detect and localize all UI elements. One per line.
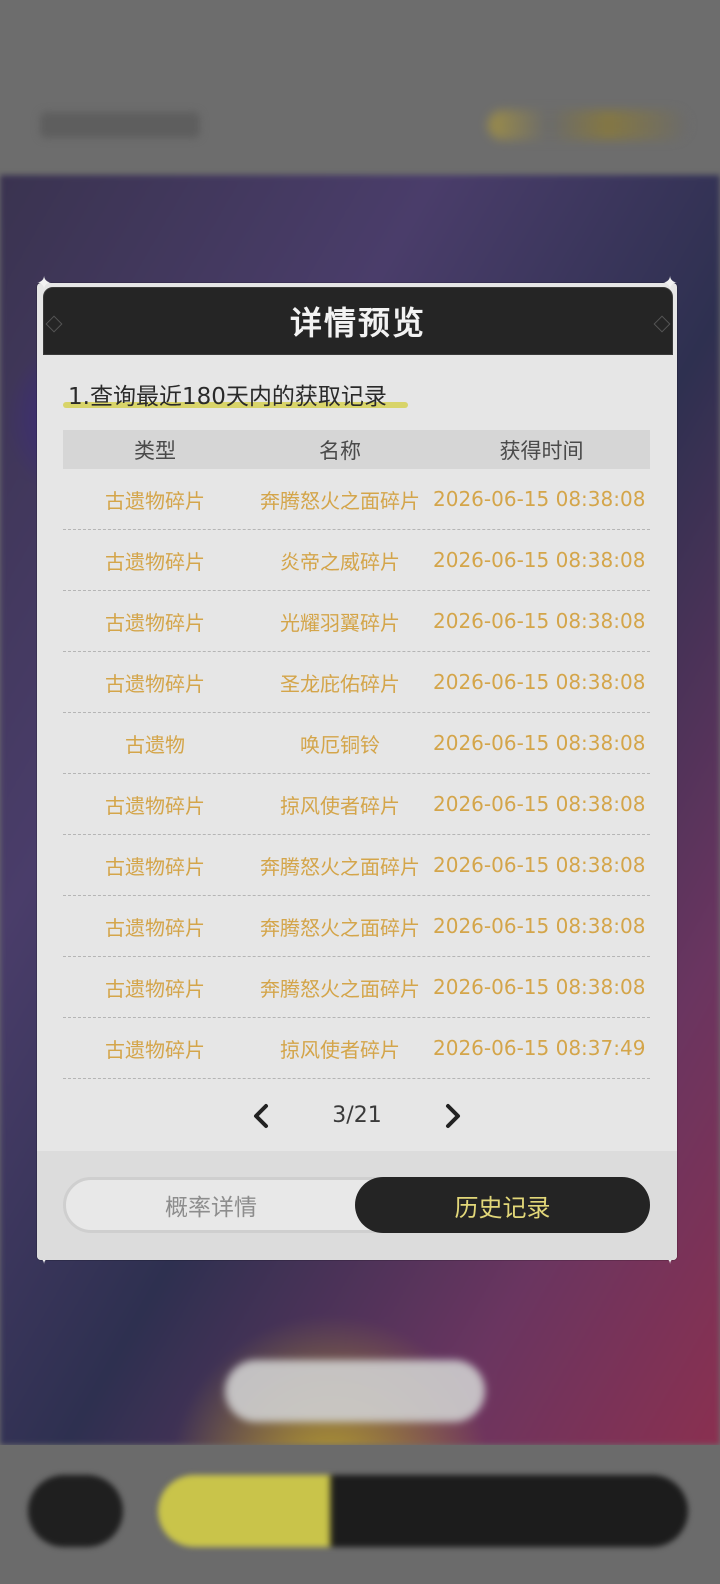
cell-name: 奔腾怒火之面碎片 (260, 854, 420, 879)
table-row: 古遗物碎片 掠风使者碎片 2026-06-15 08:37:49 (63, 1018, 650, 1079)
cell-time: 2026-06-15 08:38:08 (433, 670, 646, 694)
cell-time: 2026-06-15 08:38:08 (433, 731, 646, 755)
cell-name: 圣龙庇佑碎片 (280, 671, 400, 696)
cell-type: 古遗物碎片 (105, 671, 205, 696)
page-indicator: 3/21 (332, 1103, 382, 1128)
background-blurred-title (40, 112, 200, 138)
table-body: 古遗物碎片 奔腾怒火之面碎片 2026-06-15 08:38:08 古遗物碎片 炎帝之… (63, 469, 650, 1079)
background-bottom-bar (0, 1445, 720, 1584)
cell-name: 掠风使者碎片 (280, 1037, 400, 1062)
cell-type: 古遗物碎片 (105, 549, 205, 574)
column-header-type: 类型 (134, 438, 176, 463)
cell-name: 炎帝之威碎片 (280, 549, 400, 574)
modal-header: 详情预览 (43, 287, 673, 355)
table-row: 古遗物碎片 炎帝之威碎片 2026-06-15 08:38:08 (63, 530, 650, 591)
cell-time: 2026-06-15 08:38:08 (433, 975, 646, 999)
table-row: 古遗物碎片 奔腾怒火之面碎片 2026-06-15 08:38:08 (63, 835, 650, 896)
cell-type: 古遗物碎片 (105, 854, 205, 879)
tab-probability-details[interactable]: 概率详情 (66, 1180, 356, 1230)
cell-time: 2026-06-15 08:38:08 (433, 487, 646, 511)
cell-name: 光耀羽翼碎片 (280, 610, 400, 635)
tab-history-records[interactable]: 历史记录 (355, 1177, 650, 1233)
background-blurred-action-bar (158, 1475, 688, 1547)
table-row: 古遗物碎片 掠风使者碎片 2026-06-15 08:38:08 (63, 774, 650, 835)
history-table: 类型 名称 获得时间 古遗物碎片 奔腾怒火之面碎片 2026-06-15 08:38… (63, 430, 650, 1079)
background-blurred-button (28, 1475, 123, 1547)
cell-name: 唤厄铜铃 (300, 732, 380, 757)
cell-time: 2026-06-15 08:38:08 (433, 609, 646, 633)
cell-type: 古遗物碎片 (105, 1037, 205, 1062)
chevron-right-icon[interactable] (437, 1101, 467, 1131)
cell-type: 古遗物碎片 (105, 488, 205, 513)
cell-type: 古遗物碎片 (105, 610, 205, 635)
cell-type: 古遗物碎片 (105, 793, 205, 818)
table-header: 类型 名称 获得时间 (63, 430, 650, 469)
modal-title: 详情预览 (289, 304, 426, 342)
table-row: 古遗物碎片 奔腾怒火之面碎片 2026-06-15 08:38:08 (63, 469, 650, 530)
cell-name: 掠风使者碎片 (280, 793, 400, 818)
background-blurred-currency (488, 110, 688, 140)
cell-time: 2026-06-15 08:38:08 (433, 914, 646, 938)
cell-time: 2026-06-15 08:38:08 (433, 548, 646, 572)
tab-switcher: 概率详情 历史记录 (63, 1177, 650, 1233)
query-label: 1.查询最近180天内的获取记录 (68, 384, 387, 410)
table-row: 古遗物碎片 奔腾怒火之面碎片 2026-06-15 08:38:08 (63, 896, 650, 957)
cell-time: 2026-06-15 08:37:49 (433, 1036, 646, 1060)
cell-type: 古遗物碎片 (105, 976, 205, 1001)
table-row: 古遗物碎片 光耀羽翼碎片 2026-06-15 08:38:08 (63, 591, 650, 652)
cell-name: 奔腾怒火之面碎片 (260, 915, 420, 940)
cell-name: 奔腾怒火之面碎片 (260, 976, 420, 1001)
cell-time: 2026-06-15 08:38:08 (433, 792, 646, 816)
header-diamond-icon (653, 315, 671, 333)
details-preview-modal: ✦ ✦ ✦ ✦ 详情预览 1.查询最近180天内的获取记录 类型 名称 获得时间… (36, 275, 677, 1268)
table-row: 古遗物 唤厄铜铃 2026-06-15 08:38:08 (63, 713, 650, 774)
background-blurred-pill (225, 1360, 485, 1422)
column-header-time: 获得时间 (499, 438, 584, 463)
cell-name: 奔腾怒火之面碎片 (260, 488, 420, 513)
table-row: 古遗物碎片 奔腾怒火之面碎片 2026-06-15 08:38:08 (63, 957, 650, 1018)
chevron-left-icon[interactable] (247, 1101, 277, 1131)
cell-time: 2026-06-15 08:38:08 (433, 853, 646, 877)
header-diamond-icon (45, 315, 63, 333)
background-top-bar (0, 0, 720, 175)
pagination: 3/21 (37, 1097, 677, 1137)
column-header-name: 名称 (319, 438, 361, 463)
table-row: 古遗物碎片 圣龙庇佑碎片 2026-06-15 08:38:08 (63, 652, 650, 713)
modal-footer: 概率详情 历史记录 (37, 1151, 677, 1260)
cell-type: 古遗物 (125, 732, 185, 757)
cell-type: 古遗物碎片 (105, 915, 205, 940)
